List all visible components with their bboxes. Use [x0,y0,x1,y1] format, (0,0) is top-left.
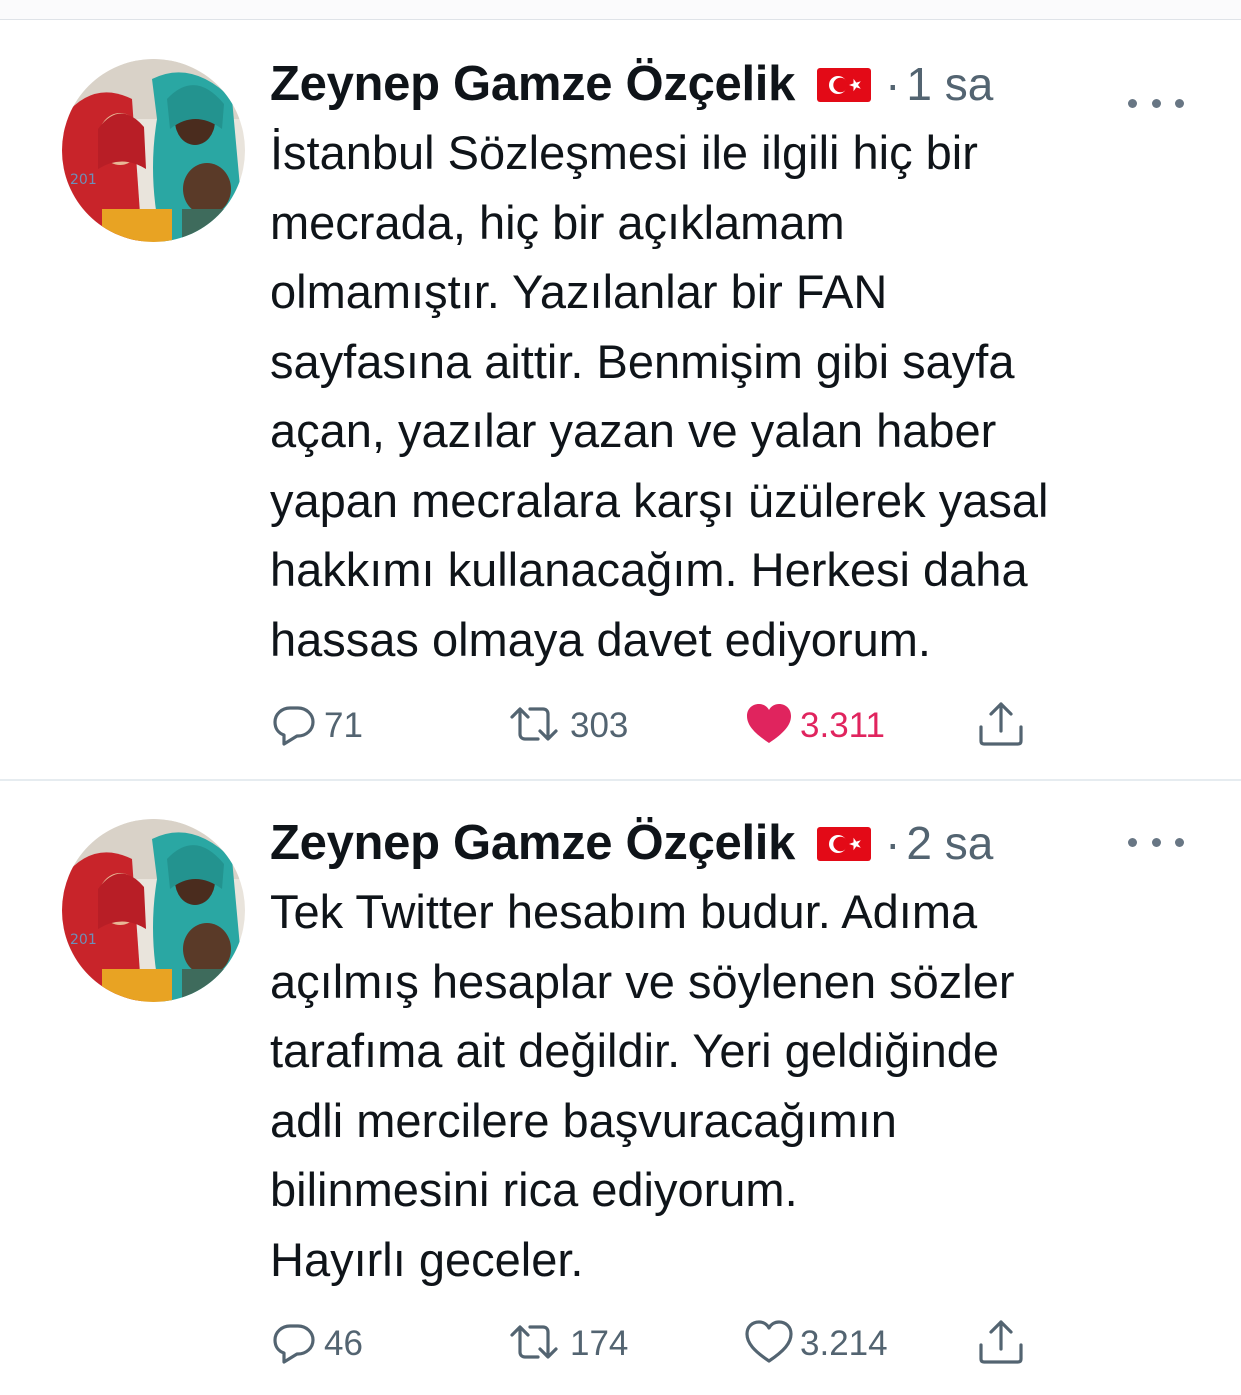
retweet-count: 303 [570,706,629,745]
more-options-icon[interactable] [1128,832,1184,852]
avatar[interactable]: 201 [62,819,245,1002]
tweet-actions: 71 303 3.311 [270,701,1050,751]
share-icon [975,1317,1027,1372]
separator-dot: · [885,58,901,110]
reply-count: 71 [324,706,363,745]
tweet[interactable]: 201 Zeynep Gamze Özçelik · 2 sa Tek Twit… [0,783,1241,1395]
heart-filled-icon [744,700,794,753]
svg-text:201: 201 [70,172,97,188]
author-name[interactable]: Zeynep Gamze Özçelik [270,56,795,112]
heart-outline-icon [744,1318,794,1371]
retweet-icon [504,1318,564,1371]
avatar[interactable]: 201 [62,59,245,242]
timestamp[interactable]: 1 sa [906,57,993,111]
share-button[interactable] [975,1319,1027,1369]
separator-dot: · [885,817,901,869]
turkey-flag-icon [817,68,872,102]
tweet-actions: 46 174 3.214 [270,1319,1050,1369]
retweet-icon [504,700,564,753]
share-button[interactable] [975,701,1027,751]
retweet-button[interactable]: 174 [504,1319,628,1369]
author-name[interactable]: Zeynep Gamze Özçelik [270,815,795,871]
reply-count: 46 [324,1324,363,1363]
like-count: 3.311 [800,706,885,745]
retweet-count: 174 [570,1324,629,1363]
share-icon [975,699,1027,754]
tweet-header: Zeynep Gamze Özçelik · 1 sa [270,54,993,114]
retweet-button[interactable]: 303 [504,701,628,751]
tweet-text: Tek Twitter hesabım budur. Adıma açılmış… [270,885,1015,1286]
reply-icon [270,700,318,753]
like-button[interactable]: 3.311 [744,701,885,751]
reply-button[interactable]: 71 [270,701,363,751]
tweet-header: Zeynep Gamze Özçelik · 2 sa [270,813,993,873]
reply-button[interactable]: 46 [270,1319,363,1369]
tweet-text: İstanbul Sözleşmesi ile ilgili hiç bir m… [270,126,1049,666]
like-button[interactable]: 3.214 [744,1319,888,1369]
top-divider [0,0,1241,20]
timestamp[interactable]: 2 sa [906,816,993,870]
svg-text:201: 201 [70,932,97,948]
turkey-flag-icon [817,827,872,861]
tweet[interactable]: 201 Zeynep Gamze Özçelik · 1 sa İstanbul… [0,21,1241,781]
like-count: 3.214 [800,1324,888,1363]
reply-icon [270,1318,318,1371]
more-options-icon[interactable] [1128,93,1184,113]
